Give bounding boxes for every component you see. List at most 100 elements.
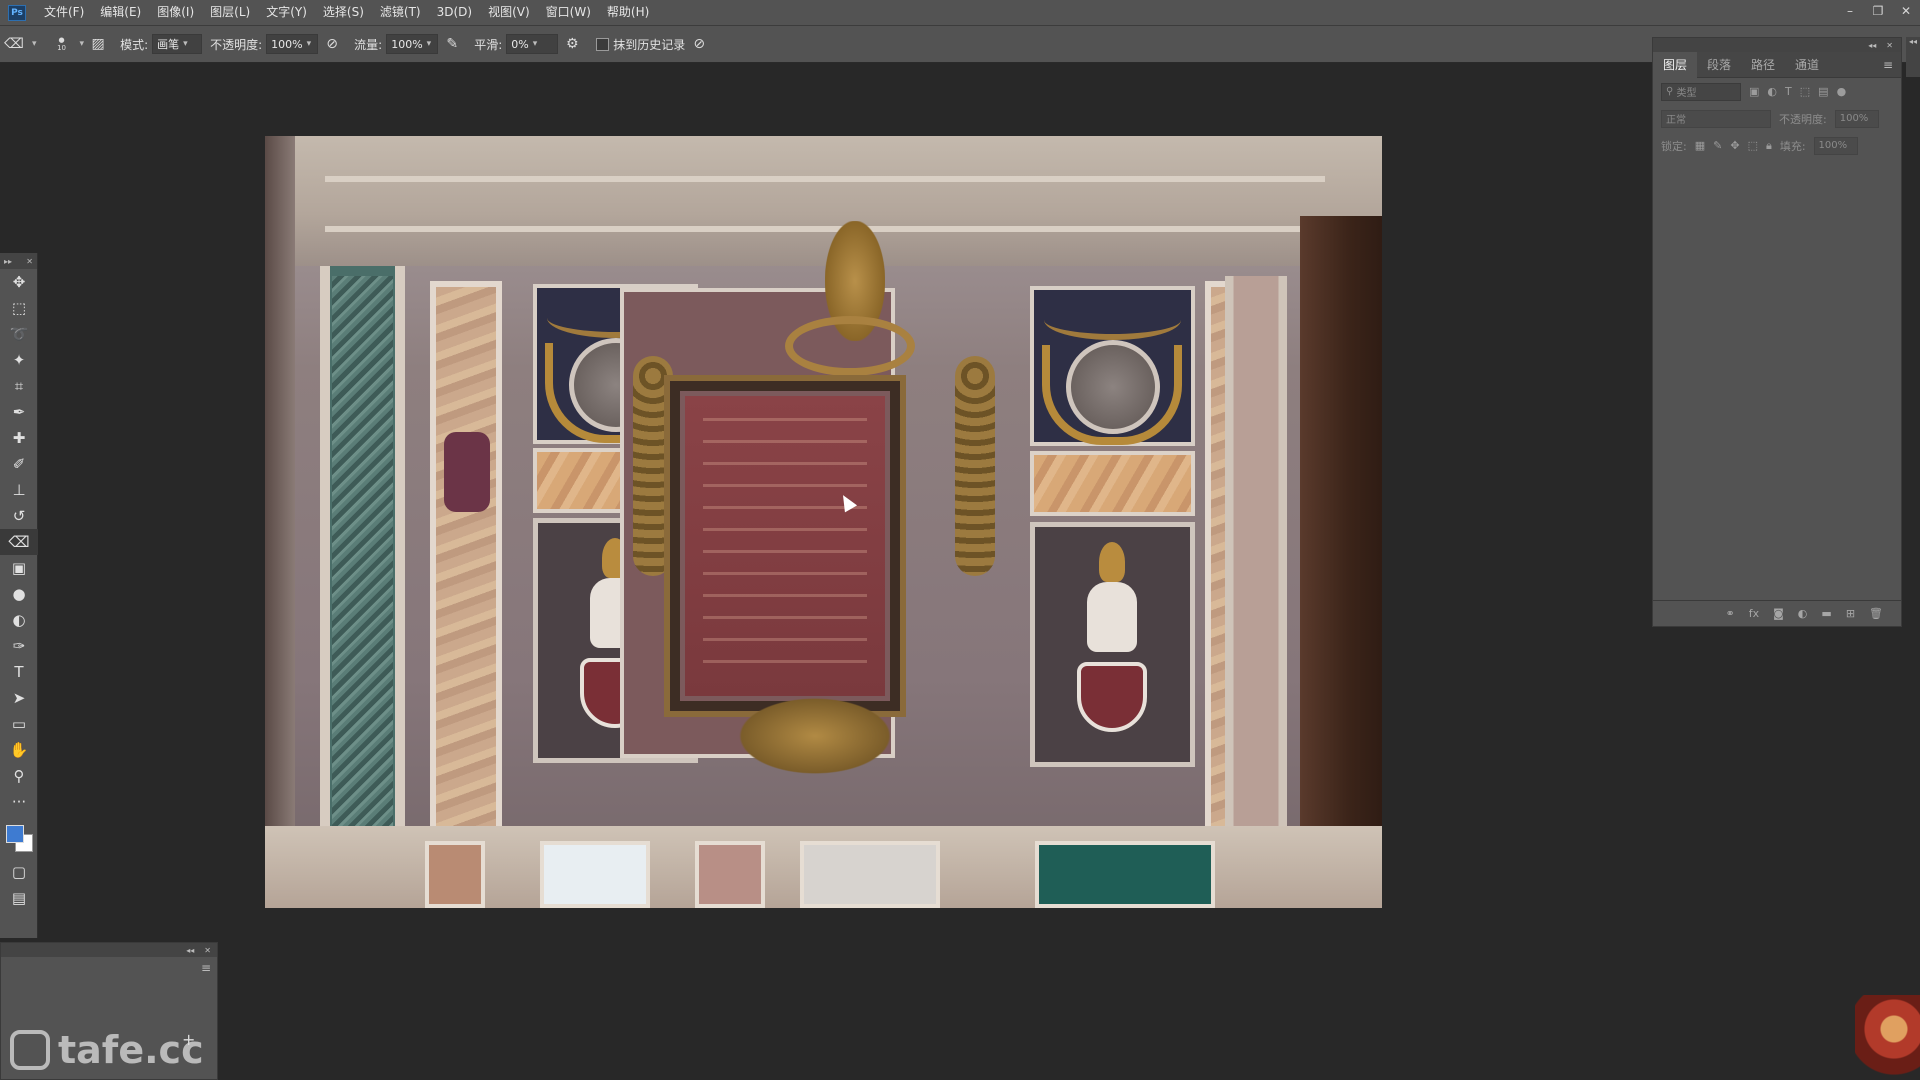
menu-edit[interactable]: 编辑(E) bbox=[92, 0, 149, 25]
adjustment-layer-icon[interactable]: ◐ bbox=[1798, 607, 1808, 620]
panel-dock-strip[interactable]: ◂◂ bbox=[1906, 37, 1920, 77]
photo-urn-flame bbox=[1099, 542, 1125, 582]
flow-input[interactable]: 100% ▾ bbox=[386, 34, 439, 54]
delete-layer-icon[interactable]: 🗑︎ bbox=[1869, 607, 1883, 620]
smoothing-input[interactable]: 0% ▾ bbox=[506, 34, 559, 54]
lock-pixels-icon[interactable]: ✎ bbox=[1713, 139, 1722, 152]
photo-urn-base bbox=[1077, 662, 1147, 732]
filter-type-icon[interactable]: T bbox=[1785, 85, 1792, 98]
close-icon[interactable]: ✕ bbox=[1886, 41, 1893, 50]
move-icon[interactable]: ✥ bbox=[0, 269, 38, 295]
fx-icon[interactable]: fx bbox=[1749, 607, 1759, 620]
lock-position-icon[interactable]: ✥ bbox=[1730, 139, 1739, 152]
close-button[interactable]: ✕ bbox=[1892, 0, 1920, 22]
menu-image[interactable]: 图像(I) bbox=[149, 0, 202, 25]
lock-all-icon[interactable]: 🔒︎ bbox=[1766, 139, 1772, 153]
layers-panel-header: ◂◂ ✕ bbox=[1653, 38, 1901, 52]
filter-shape-icon[interactable]: ⬚ bbox=[1800, 85, 1810, 98]
brush-preset-icon[interactable]: ● 10 bbox=[51, 33, 73, 55]
fill-input[interactable]: 100% bbox=[1813, 136, 1858, 155]
history-brush-icon[interactable]: ↺ bbox=[0, 503, 38, 529]
menu-filter[interactable]: 滤镜(T) bbox=[372, 0, 429, 25]
add-mask-icon[interactable]: ◙ bbox=[1773, 607, 1784, 620]
rectangle-icon[interactable]: ▭ bbox=[0, 711, 38, 737]
filter-adjustment-icon[interactable]: ◐ bbox=[1767, 85, 1777, 98]
gear-icon[interactable]: ⚙ bbox=[561, 33, 583, 55]
menu-layer[interactable]: 图层(L) bbox=[202, 0, 258, 25]
blur-icon[interactable]: ● bbox=[0, 581, 38, 607]
airbrush-icon[interactable]: ✎ bbox=[441, 33, 463, 55]
eraser-icon[interactable]: ⌫ bbox=[0, 529, 38, 555]
menu-view[interactable]: 视图(V) bbox=[480, 0, 538, 25]
search-icon: ⚲ bbox=[1666, 86, 1674, 97]
erase-to-history-label: 抹到历史记录 bbox=[613, 37, 686, 52]
new-group-icon[interactable]: ▬ bbox=[1821, 607, 1831, 620]
stamp-icon[interactable]: ⊥ bbox=[0, 477, 38, 503]
healing-icon[interactable]: ✚ bbox=[0, 425, 38, 451]
magic-wand-icon[interactable]: ✦ bbox=[0, 347, 38, 373]
plaque-line bbox=[703, 528, 867, 531]
close-icon[interactable]: ✕ bbox=[26, 257, 33, 266]
minimize-button[interactable]: – bbox=[1836, 0, 1864, 22]
photo-urn bbox=[1077, 542, 1147, 742]
collapse-icon[interactable]: ◂◂ bbox=[1868, 41, 1876, 50]
quick-mask-icon[interactable]: ▢ bbox=[0, 859, 38, 885]
photo-green-marble bbox=[332, 276, 393, 896]
close-icon[interactable]: ✕ bbox=[204, 946, 211, 955]
pressure-opacity-icon[interactable]: ⊘ bbox=[321, 33, 343, 55]
add-icon[interactable]: + bbox=[182, 1030, 195, 1049]
more-icon[interactable]: ··· bbox=[0, 789, 38, 815]
brush-icon[interactable]: ✐ bbox=[0, 451, 38, 477]
tab-paths[interactable]: 路径 bbox=[1741, 52, 1785, 78]
brush-settings-icon[interactable]: ▨ bbox=[87, 33, 109, 55]
zoom-icon[interactable]: ⚲ bbox=[0, 763, 38, 789]
layer-filter-select[interactable]: ⚲ 类型 bbox=[1661, 82, 1741, 101]
filter-toggle-icon[interactable]: ● bbox=[1837, 85, 1847, 98]
menu-3d[interactable]: 3D(D) bbox=[429, 0, 480, 25]
tab-layers[interactable]: 图层 bbox=[1653, 51, 1698, 78]
panel-menu-icon[interactable]: ≡ bbox=[1883, 58, 1893, 72]
menu-window[interactable]: 窗口(W) bbox=[538, 0, 599, 25]
pen-icon[interactable]: ✑ bbox=[0, 633, 38, 659]
restore-button[interactable]: ❐ bbox=[1864, 0, 1892, 22]
mode-select[interactable]: 画笔 ▾ bbox=[152, 34, 203, 54]
crop-icon[interactable]: ⌗ bbox=[0, 373, 38, 399]
hand-icon[interactable]: ✋ bbox=[0, 737, 38, 763]
link-layers-icon[interactable]: ⚭ bbox=[1726, 607, 1735, 620]
panel-menu-icon[interactable]: ≡ bbox=[201, 961, 211, 975]
plaque-line bbox=[703, 660, 867, 663]
opacity-input[interactable]: 100% ▾ bbox=[266, 34, 319, 54]
path-select-icon[interactable]: ➤ bbox=[0, 685, 38, 711]
document-canvas[interactable] bbox=[265, 136, 1382, 908]
menu-file[interactable]: 文件(F) bbox=[36, 0, 92, 25]
menu-type[interactable]: 文字(Y) bbox=[258, 0, 315, 25]
new-layer-icon[interactable]: ⊞ bbox=[1846, 607, 1855, 620]
eyedropper-icon[interactable]: ✒ bbox=[0, 399, 38, 425]
lock-artboard-icon[interactable]: ⬚ bbox=[1748, 139, 1758, 152]
lock-transparency-icon[interactable]: ▦ bbox=[1695, 139, 1705, 152]
erase-to-history-checkbox[interactable] bbox=[596, 37, 610, 51]
layers-panel-footer: ⚭ fx ◙ ◐ ▬ ⊞ 🗑︎ bbox=[1653, 600, 1901, 626]
tab-paragraph[interactable]: 段落 bbox=[1697, 52, 1741, 78]
collapse-icon[interactable]: ▸▸ bbox=[4, 257, 12, 266]
gradient-icon[interactable]: ▣ bbox=[0, 555, 38, 581]
screen-mode-icon[interactable]: ▤ bbox=[0, 885, 38, 911]
blend-mode-select[interactable]: 正常 bbox=[1661, 109, 1771, 128]
layer-opacity-input[interactable]: 100% bbox=[1834, 109, 1879, 128]
dodge-icon[interactable]: ◐ bbox=[0, 607, 38, 633]
filter-pixel-icon[interactable]: ▣ bbox=[1749, 85, 1759, 98]
lasso-icon[interactable]: ➰ bbox=[0, 321, 38, 347]
menu-help[interactable]: 帮助(H) bbox=[599, 0, 657, 25]
foreground-color-swatch[interactable] bbox=[6, 825, 24, 843]
filter-smart-object-icon[interactable]: ▤ bbox=[1818, 85, 1828, 98]
chevron-down-icon[interactable]: ▾ bbox=[32, 39, 37, 49]
collapse-icon[interactable]: ◂◂ bbox=[186, 946, 194, 955]
pressure-size-icon[interactable]: ⊘ bbox=[688, 33, 710, 55]
eraser-tool-preset-icon[interactable]: ⌫ bbox=[3, 33, 25, 55]
menu-select[interactable]: 选择(S) bbox=[315, 0, 372, 25]
chevron-down-icon[interactable]: ▾ bbox=[80, 39, 85, 49]
type-icon[interactable]: T bbox=[0, 659, 38, 685]
marquee-icon[interactable]: ⬚ bbox=[0, 295, 38, 321]
tab-channels[interactable]: 通道 bbox=[1785, 52, 1829, 78]
watermark: tafe.cc bbox=[10, 1028, 204, 1072]
